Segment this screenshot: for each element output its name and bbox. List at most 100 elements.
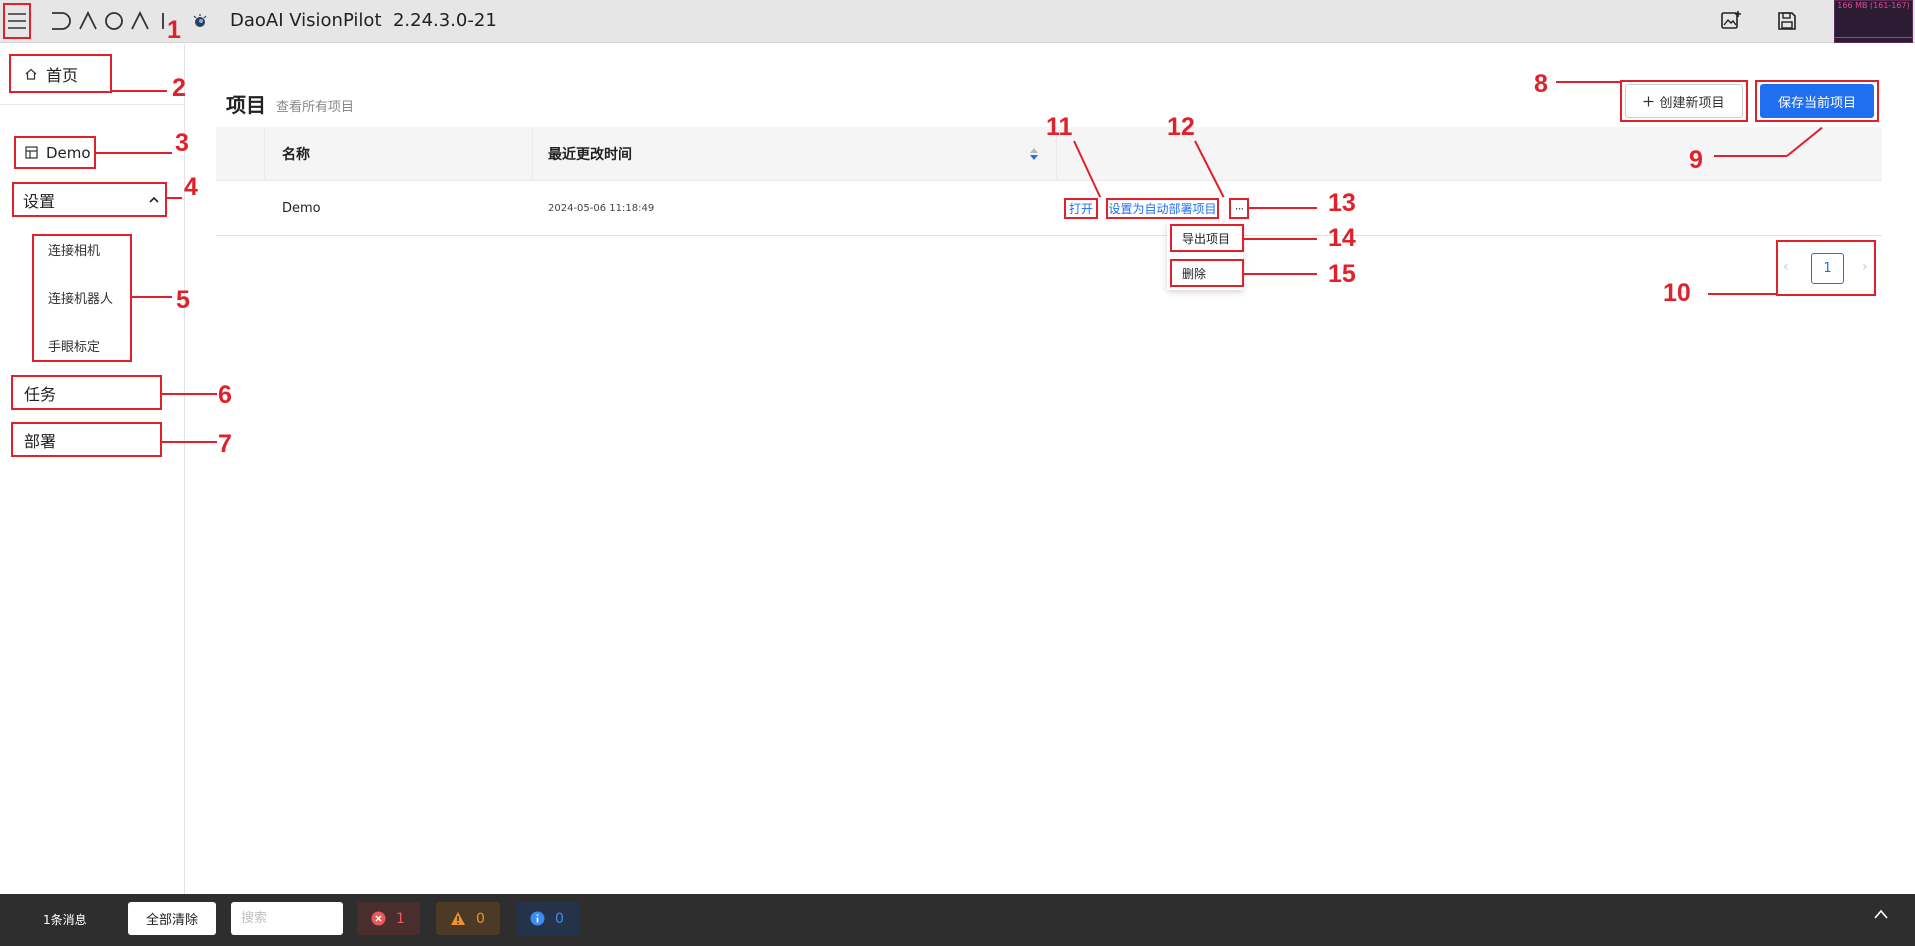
pagination-current-page[interactable]: 1	[1811, 253, 1844, 284]
column-divider	[264, 127, 265, 181]
sidebar-item-deploy[interactable]: 部署	[11, 422, 162, 457]
more-actions-dropdown: 导出项目 删除	[1167, 222, 1244, 290]
table-row[interactable]: Demo 2024-05-06 11:18:49	[216, 181, 1882, 236]
more-actions-button[interactable]: ···	[1229, 198, 1249, 219]
annotation-1: 1	[167, 16, 181, 44]
save-icon[interactable]	[1776, 10, 1798, 32]
auto-deploy-action-frame: 设置为自动部署项目	[1106, 198, 1219, 219]
sidebar-item-deploy-label: 部署	[24, 431, 57, 451]
sidebar-item-settings[interactable]: 设置	[12, 182, 167, 217]
info-icon	[530, 911, 545, 926]
pagination-prev-icon[interactable]: ‹	[1783, 259, 1789, 275]
annotation-9: 9	[1689, 146, 1703, 174]
sort-icon[interactable]	[1029, 147, 1039, 161]
save-project-button[interactable]: 保存当前项目	[1760, 84, 1874, 118]
page-subtitle: 查看所有项目	[276, 100, 355, 115]
clear-all-button[interactable]: 全部清除	[128, 902, 216, 935]
annotation-line	[1249, 207, 1317, 209]
annotation-2: 2	[172, 74, 186, 102]
annotation-3: 3	[175, 129, 189, 157]
settings-submenu: 连接相机 连接机器人 手眼标定	[32, 234, 132, 362]
annotation-5: 5	[176, 286, 190, 314]
chevron-up-icon[interactable]	[1873, 908, 1889, 920]
error-count: 1	[396, 910, 405, 927]
annotation-4: 4	[184, 173, 198, 201]
app-version: 2.24.3.0-21	[392, 10, 497, 31]
open-project-link[interactable]: 打开	[1069, 200, 1093, 217]
annotation-line	[1714, 155, 1787, 157]
sidebar-item-home-label: 首页	[46, 65, 79, 85]
menu-button[interactable]	[3, 3, 31, 39]
annotation-6: 6	[218, 381, 232, 409]
warning-count: 0	[476, 910, 485, 927]
annotation-line	[162, 441, 217, 443]
annotation-10: 10	[1663, 279, 1691, 307]
sidebar-item-task[interactable]: 任务	[11, 375, 162, 410]
annotation-8: 8	[1534, 70, 1548, 98]
app-name: DaoAI VisionPilot	[230, 10, 382, 31]
annotation-line	[167, 197, 182, 199]
top-bar: DaoAI VisionPilot 2.24.3.0-21 166 MB (16…	[0, 0, 1915, 43]
chevron-up-icon	[149, 196, 159, 203]
annotation-13: 13	[1328, 189, 1356, 217]
message-count: 1条消息	[43, 913, 87, 927]
warning-filter-button[interactable]: 0	[436, 902, 500, 935]
error-filter-button[interactable]: 1	[357, 902, 420, 935]
annotation-7: 7	[218, 430, 232, 458]
annotation-line	[112, 90, 167, 92]
annotation-line	[1556, 81, 1620, 83]
create-project-button[interactable]: 创建新项目	[1625, 84, 1743, 118]
sidebar-item-connect-camera[interactable]: 连接相机	[48, 240, 100, 259]
project-modified-cell: 2024-05-06 11:18:49	[548, 203, 655, 214]
delete-project-item[interactable]: 删除	[1170, 259, 1244, 287]
page-title: 项目	[226, 93, 266, 117]
sidebar-item-project-label: Demo	[46, 143, 91, 162]
info-filter-button[interactable]: 0	[516, 902, 580, 935]
menu-icon	[8, 13, 26, 29]
create-project-button-frame: 创建新项目	[1620, 80, 1748, 122]
daoai-logo	[52, 11, 164, 30]
create-project-label: 创建新项目	[1659, 95, 1725, 111]
memory-monitor: 166 MB (161-167)	[1834, 0, 1913, 43]
project-name-cell: Demo	[282, 201, 321, 216]
annotation-12: 12	[1167, 113, 1195, 141]
info-count: 0	[555, 910, 564, 927]
sidebar-divider	[0, 104, 184, 105]
sidebar-item-settings-label: 设置	[23, 191, 56, 211]
column-header-modified[interactable]: 最近更改时间	[548, 127, 632, 181]
project-icon	[25, 146, 38, 159]
error-icon	[371, 911, 386, 926]
app-title: DaoAI VisionPilot 2.24.3.0-21	[230, 10, 497, 31]
search-input[interactable]	[231, 902, 343, 935]
sidebar-item-connect-robot[interactable]: 连接机器人	[48, 288, 113, 307]
plus-icon	[1643, 96, 1654, 106]
pagination-next-icon[interactable]: ›	[1862, 259, 1868, 275]
sidebar-item-hand-eye-calibration[interactable]: 手眼标定	[48, 336, 100, 355]
annotation-line	[162, 393, 217, 395]
warning-icon	[451, 912, 465, 925]
sidebar-item-home[interactable]: 首页	[9, 54, 112, 93]
eye-icon	[193, 14, 207, 27]
annotation-11: 11	[1046, 113, 1073, 141]
save-project-button-frame: 保存当前项目	[1755, 80, 1879, 122]
column-header-name[interactable]: 名称	[282, 127, 310, 181]
image-add-icon[interactable]	[1720, 10, 1742, 32]
open-action-frame: 打开	[1064, 198, 1098, 219]
home-icon	[25, 68, 37, 80]
more-icon: ···	[1234, 201, 1245, 216]
sidebar-item-project[interactable]: Demo	[14, 136, 96, 169]
status-bar: 1条消息 全部清除 1 0 0	[0, 894, 1915, 946]
annotation-line	[1243, 238, 1317, 240]
annotation-line	[1708, 293, 1776, 295]
annotation-15: 15	[1328, 260, 1356, 288]
set-auto-deploy-link[interactable]: 设置为自动部署项目	[1108, 200, 1216, 217]
pagination: ‹ 1 ›	[1776, 240, 1876, 296]
annotation-line	[96, 152, 172, 154]
annotation-14: 14	[1328, 224, 1356, 252]
column-divider	[532, 127, 533, 181]
sidebar-item-task-label: 任务	[24, 384, 57, 404]
export-project-item[interactable]: 导出项目	[1170, 224, 1244, 252]
memory-text: 166 MB (161-167)	[1837, 1, 1910, 10]
annotation-line	[132, 296, 172, 298]
sidebar	[0, 44, 185, 894]
